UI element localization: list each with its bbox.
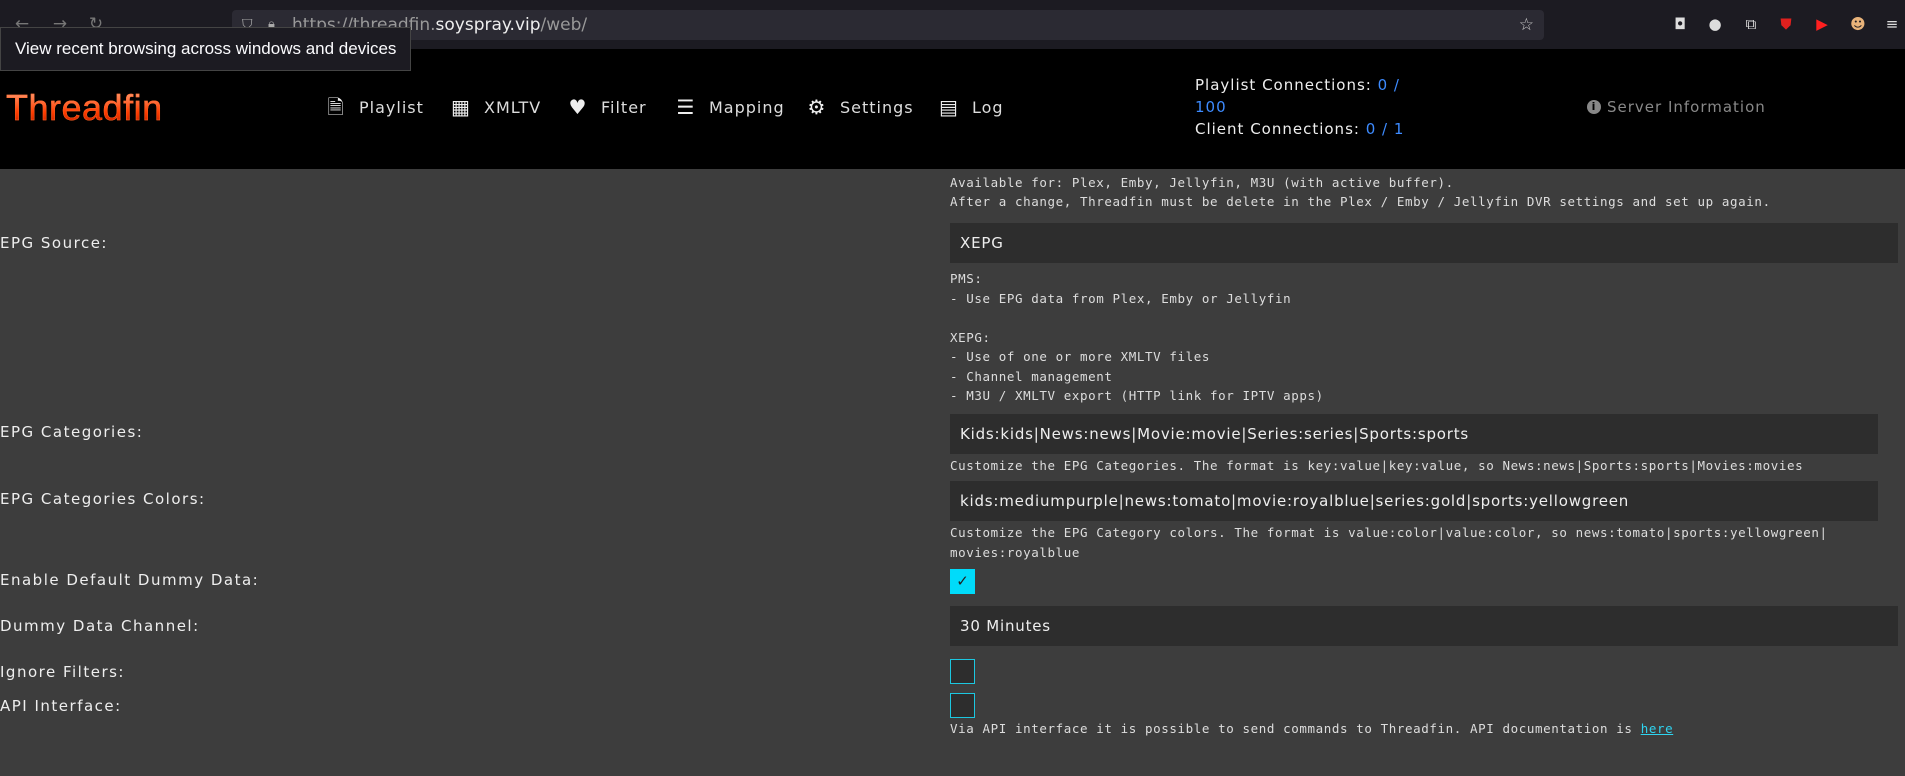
epg-source-select[interactable]: XEPG [950,223,1898,263]
menu-filter[interactable]: ♥ Filter [567,95,647,119]
address-bar[interactable]: ⛉ 🔒︎ https://threadfin.soyspray.vip/web/… [232,10,1544,40]
app-menu-icon[interactable]: ≡ [1882,14,1902,34]
buffer-description: Available for: Plex, Emby, Jellyfin, M3U… [950,175,1454,190]
menu-xmltv[interactable]: ▦ XMLTV [450,95,541,119]
threadfin-logo[interactable]: Threadfin [6,87,163,129]
api-description: Via API interface it is possible to send… [950,721,1674,736]
info-icon: i [1587,100,1601,114]
gear-icon: ⚙ [807,95,827,119]
epg-categories-input[interactable]: Kids:kids|News:news|Movie:movie|Series:s… [950,414,1878,454]
epg-categories-description: Customize the EPG Categories. The format… [950,458,1804,473]
epg-source-label: EPG Source: [0,234,108,252]
buffer-description-2: After a change, Threadfin must be delete… [950,194,1771,209]
api-docs-link[interactable]: here [1641,721,1674,736]
client-connections: Client Connections: 0 / 1 [1195,120,1405,138]
dummy-data-checkbox[interactable]: ✓ [950,569,975,594]
menu-playlist[interactable]: 🗎 Playlist [325,95,424,119]
epg-categories-label: EPG Categories: [0,423,144,441]
epg-colors-input[interactable]: kids:mediumpurple|news:tomato|movie:roya… [950,481,1878,521]
account-avatar-icon[interactable]: ● [1705,14,1725,34]
pocket-icon[interactable]: ◘ [1670,14,1690,34]
menu-mapping[interactable]: ☰ Mapping [675,95,785,119]
api-interface-checkbox[interactable] [950,693,975,718]
bookmark-star-icon[interactable]: ☆ [1519,15,1534,35]
playlist-connections: Playlist Connections: 0 / [1195,76,1400,94]
ublock-icon[interactable]: ⛊ [1776,14,1796,34]
epg-source-description: PMS: - Use EPG data from Plex, Emby or J… [950,271,1324,403]
server-information-link[interactable]: i Server Information [1587,98,1766,116]
profile-icon[interactable]: ☻ [1848,14,1868,34]
ignore-filters-checkbox[interactable] [950,659,975,684]
ignore-filters-label: Ignore Filters: [0,663,125,681]
menu-log[interactable]: ▤ Log [938,95,1004,119]
dummy-channel-select[interactable]: 30 Minutes [950,606,1898,646]
epg-colors-description: Customize the EPG Category colors. The f… [950,525,1828,560]
playlist-connections-max: 100 [1195,98,1227,116]
table-icon: ▦ [451,95,471,119]
list-icon: ☰ [676,95,696,119]
menu-settings[interactable]: ⚙ Settings [806,95,914,119]
heart-icon: ♥ [568,95,588,119]
browser-tooltip: View recent browsing across windows and … [0,27,412,71]
calendar-icon: ▤ [939,95,959,119]
epg-colors-label: EPG Categories Colors: [0,490,206,508]
dummy-data-label: Enable Default Dummy Data: [0,571,260,589]
youtube-icon[interactable]: ▶ [1812,14,1832,34]
api-interface-label: API Interface: [0,697,122,715]
extensions-icon[interactable]: ⧉ [1741,14,1761,34]
file-icon: 🗎 [327,95,345,119]
dummy-channel-label: Dummy Data Channel: [0,617,200,635]
settings-content: Available for: Plex, Emby, Jellyfin, M3U… [0,169,1905,776]
